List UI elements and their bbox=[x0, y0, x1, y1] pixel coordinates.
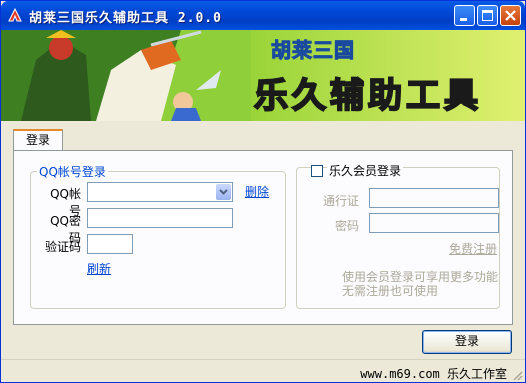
delete-account-link[interactable]: 删除 bbox=[245, 183, 269, 200]
register-link[interactable]: 免费注册 bbox=[449, 240, 497, 257]
app-window: 胡莱三国乐久辅助工具 2.0.0 胡莱三国 乐久辅助工具 登录 QQ帐号登录 Q… bbox=[0, 0, 526, 383]
member-password-label: 密码 bbox=[334, 219, 359, 233]
close-button[interactable] bbox=[500, 5, 521, 26]
resize-grip-icon[interactable] bbox=[511, 369, 523, 381]
maximize-icon bbox=[482, 10, 493, 21]
qq-password-input[interactable] bbox=[87, 208, 233, 228]
member-login-label[interactable]: 乐久会员登录 bbox=[327, 162, 404, 179]
refresh-captcha-link[interactable]: 刷新 bbox=[87, 260, 111, 277]
captcha-label: 验证码 bbox=[44, 240, 81, 254]
pass-input[interactable] bbox=[369, 188, 499, 208]
member-note-line2: 无需注册也可使用 bbox=[342, 284, 439, 298]
title-bar[interactable]: 胡莱三国乐久辅助工具 2.0.0 bbox=[1, 1, 525, 30]
login-button[interactable]: 登录 bbox=[422, 330, 512, 354]
banner-subtitle: 胡莱三国 bbox=[271, 38, 355, 63]
combobox-dropdown-button[interactable] bbox=[216, 184, 231, 200]
banner-title: 乐久辅助工具 bbox=[253, 75, 482, 117]
status-bar: www.m69.com 乐久工作室 bbox=[1, 359, 525, 383]
footer-text: www.m69.com 乐久工作室 bbox=[360, 367, 507, 381]
tab-panel-login: QQ帐号登录 QQ帐号 删除 QQ密码 验证码 刷新 乐久会员登录 通行证 密码… bbox=[13, 150, 513, 325]
member-login-checkbox[interactable] bbox=[311, 165, 323, 177]
close-icon bbox=[505, 10, 516, 21]
minimize-icon bbox=[460, 18, 467, 21]
banner: 胡莱三国 乐久辅助工具 bbox=[1, 30, 525, 121]
qq-login-group: QQ帐号登录 QQ帐号 删除 QQ密码 验证码 刷新 bbox=[30, 163, 286, 309]
chevron-down-icon bbox=[219, 189, 228, 195]
pass-label: 通行证 bbox=[322, 194, 359, 208]
captcha-input[interactable] bbox=[87, 234, 133, 254]
qq-login-group-title: QQ帐号登录 bbox=[37, 163, 108, 180]
member-password-input[interactable] bbox=[369, 213, 499, 233]
tab-login[interactable]: 登录 bbox=[13, 129, 63, 151]
minimize-button[interactable] bbox=[454, 5, 475, 26]
member-login-group: 乐久会员登录 通行证 密码 免费注册 使用会员登录可享用更多功能 无需注册也可使… bbox=[296, 162, 500, 309]
window-title: 胡莱三国乐久辅助工具 2.0.0 bbox=[29, 11, 222, 26]
app-icon bbox=[8, 7, 22, 22]
banner-illustration bbox=[1, 30, 251, 121]
maximize-button[interactable] bbox=[477, 5, 498, 26]
qq-account-combobox[interactable] bbox=[87, 182, 233, 202]
